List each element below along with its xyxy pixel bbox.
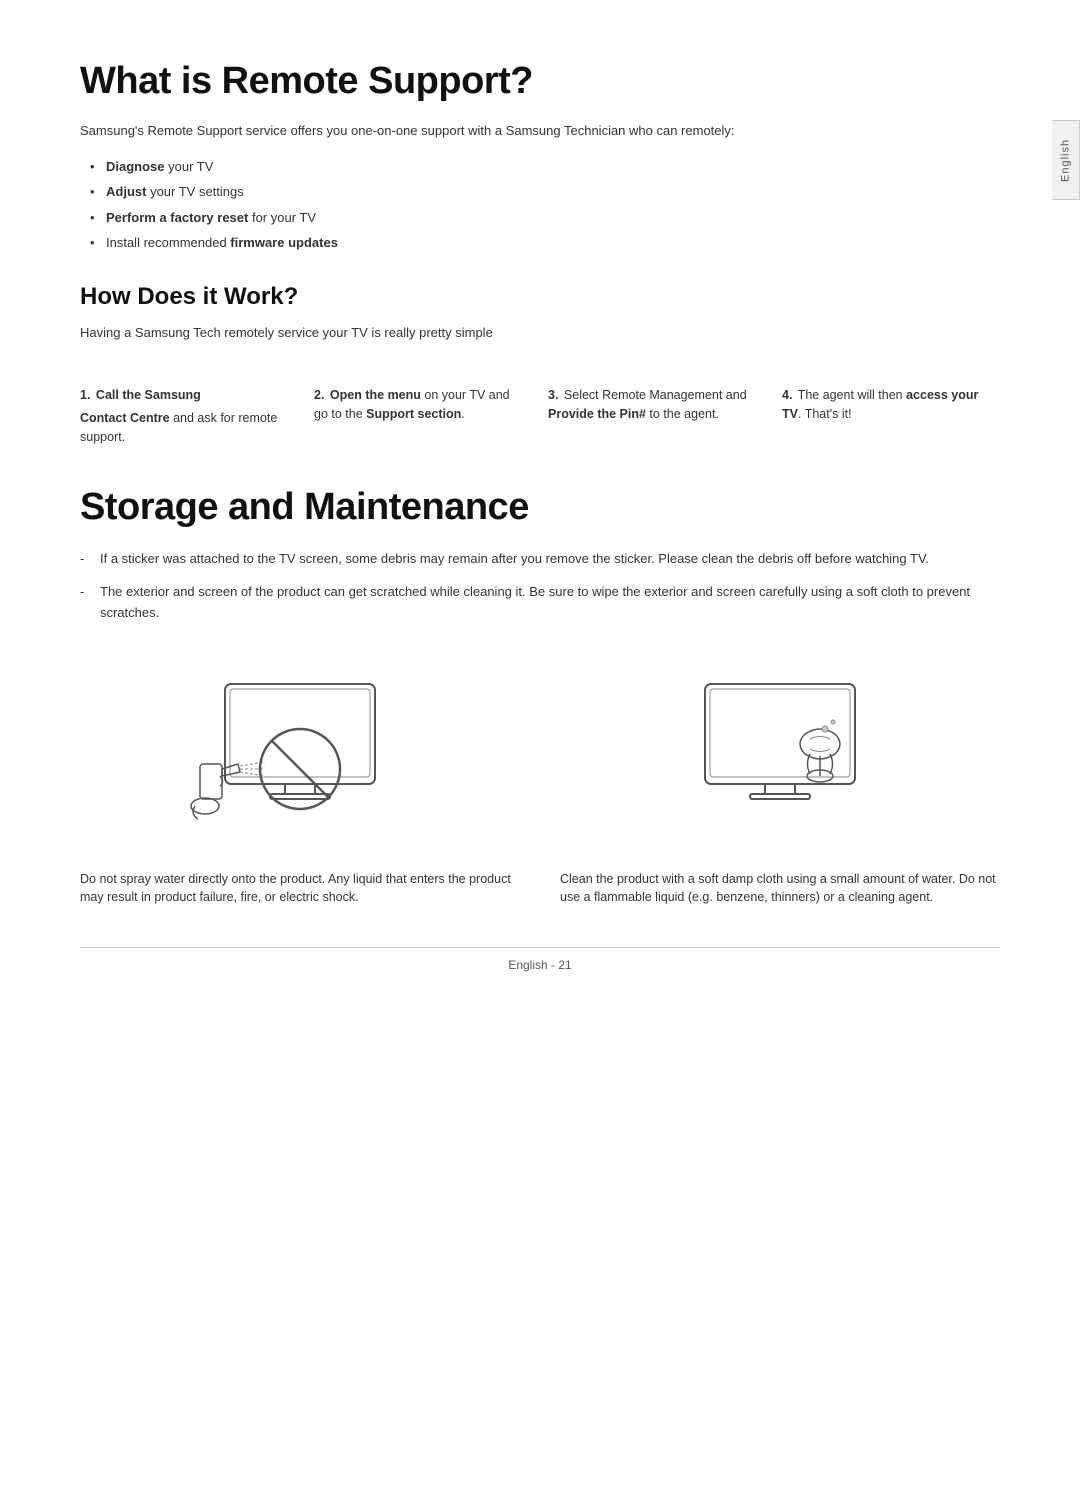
image-caption-2: Clean the product with a soft damp cloth… [560, 870, 1000, 908]
soft-cloth-illustration [650, 654, 910, 854]
step-number: 4. [782, 388, 792, 402]
page: English What is Remote Support? Samsung'… [0, 0, 1080, 1032]
bullet-bold: firmware updates [230, 235, 338, 250]
footer-text: English - 21 [508, 958, 571, 972]
step-heading: Call the Samsung [96, 388, 201, 402]
image-block-2: Clean the product with a soft damp cloth… [560, 654, 1000, 908]
step-3: 3. Select Remote Management and Provide … [532, 382, 766, 424]
list-item: The exterior and screen of the product c… [80, 582, 1000, 624]
list-item: Adjust your TV settings [90, 182, 1000, 202]
footer: English - 21 [80, 947, 1000, 972]
step-number: 2. [314, 388, 324, 402]
list-item: Perform a factory reset for your TV [90, 208, 1000, 228]
list-item: Install recommended firmware updates [90, 233, 1000, 253]
storage-section: Storage and Maintenance If a sticker was… [80, 486, 1000, 907]
step-number: 1. [80, 388, 90, 402]
no-spray-illustration [170, 654, 430, 854]
image-caption-1: Do not spray water directly onto the pro… [80, 870, 520, 908]
storage-title: Storage and Maintenance [80, 486, 1000, 529]
bullet-bold: Diagnose [106, 159, 165, 174]
section1-intro: Samsung's Remote Support service offers … [80, 121, 1000, 141]
storage-bullet-list: If a sticker was attached to the TV scre… [80, 549, 1000, 623]
bullet-list: Diagnose your TV Adjust your TV settings… [90, 157, 1000, 253]
step-number: 3. [548, 388, 558, 402]
subsection-title: How Does it Work? [80, 283, 1000, 311]
bullet-bold: Perform a factory reset [106, 210, 248, 225]
step-1: 1. Call the Samsung Contact Centre and a… [80, 382, 298, 446]
step-2: 2. Open the menu on your TV and go to th… [298, 382, 532, 424]
steps-container: 1. Call the Samsung Contact Centre and a… [80, 382, 1000, 446]
side-tab-label: English [1060, 138, 1072, 181]
step-heading: Open the menu [330, 388, 421, 402]
side-tab: English [1052, 120, 1080, 200]
list-item: If a sticker was attached to the TV scre… [80, 549, 1000, 570]
main-title: What is Remote Support? [80, 60, 1000, 103]
images-row: Do not spray water directly onto the pro… [80, 654, 1000, 908]
list-item: Diagnose your TV [90, 157, 1000, 177]
subsection-intro: Having a Samsung Tech remotely service y… [80, 323, 1000, 343]
step-4: 4. The agent will then access your TV. T… [766, 382, 1000, 424]
step-text: Contact Centre and ask for remote suppor… [80, 409, 282, 447]
bullet-bold: Adjust [106, 184, 146, 199]
image-block-1: Do not spray water directly onto the pro… [80, 654, 520, 908]
